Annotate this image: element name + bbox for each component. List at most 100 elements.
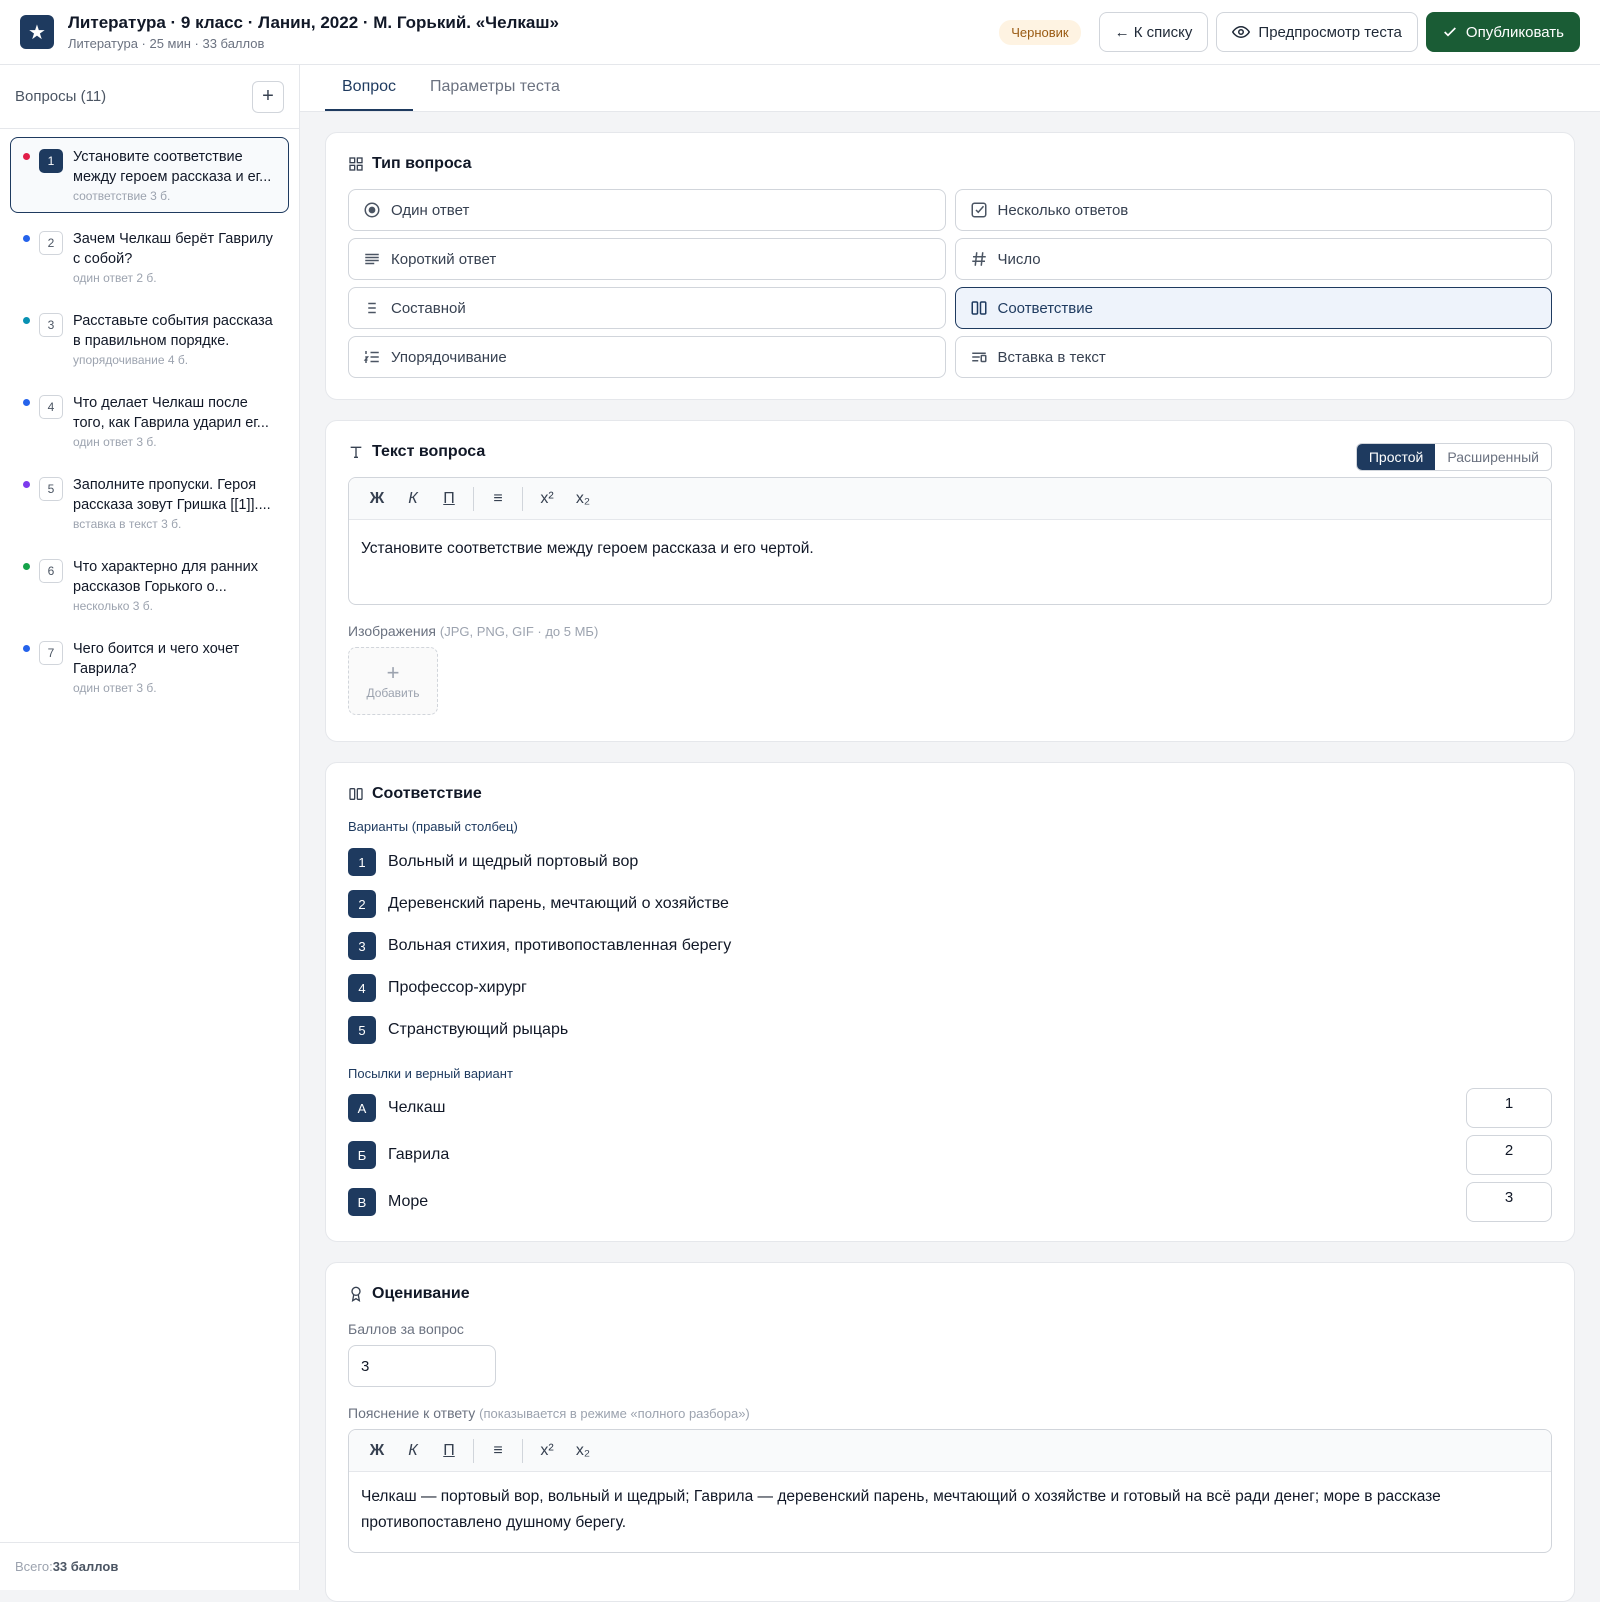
question-item[interactable]: 3 Расставьте события рассказа в правильн… — [10, 301, 289, 377]
question-meta: один ответ 2 б. — [73, 271, 157, 285]
plus-icon: + — [386, 660, 400, 685]
publish-button[interactable]: Опубликовать — [1425, 12, 1580, 52]
add-question-button[interactable]: + — [252, 80, 284, 113]
publish-label: Опубликовать — [1465, 23, 1564, 41]
question-text-title-text: Текст вопроса — [372, 443, 486, 460]
premise-letter: Б — [348, 1141, 376, 1169]
premise-text[interactable]: Челкаш — [388, 1099, 445, 1117]
option-text[interactable]: Странствующий рыцарь — [388, 1021, 568, 1039]
option-text[interactable]: Вольная стихия, противопоставленная бере… — [388, 937, 731, 955]
option-row: 3 Вольная стихия, противопоставленная бе… — [348, 932, 1552, 960]
back-to-list-button[interactable]: ← К списку — [1098, 12, 1209, 52]
total-prefix: Всего: — [15, 1559, 53, 1574]
option-number: 2 — [348, 890, 376, 918]
mode-simple-button[interactable]: Простой — [1356, 444, 1436, 470]
title-block: Литература · 9 класс · Ланин, 2022 · М. … — [68, 13, 559, 51]
list-button[interactable]: ≡ — [480, 490, 516, 508]
question-number: 4 — [39, 395, 63, 419]
premise-answer-input[interactable]: 3 — [1466, 1182, 1552, 1222]
question-text: Что характерно для ранних рассказов Горь… — [73, 559, 259, 595]
option-text[interactable]: Профессор-хирург — [388, 979, 527, 997]
radio-icon — [364, 202, 380, 218]
question-item[interactable]: 7 Чего боится и чего хочет Гаврила? один… — [10, 629, 289, 705]
page-title: Литература · 9 класс · Ланин, 2022 · М. … — [68, 13, 559, 32]
italic-button[interactable]: К — [395, 490, 431, 508]
header-actions: Черновик ← К списку Предпросмотр теста О… — [999, 12, 1580, 52]
type-insert-text[interactable]: Вставка в текст — [954, 336, 1552, 378]
sidebar-header: Вопросы (11) + — [0, 65, 299, 129]
images-hint: (JPG, PNG, GIF · до 5 МБ) — [439, 624, 599, 639]
page-subtitle: Литература · 25 мин · 33 баллов — [68, 36, 265, 51]
question-item[interactable]: 5 Заполните пропуски. Героя рассказа зов… — [10, 465, 289, 541]
question-type-dot — [23, 153, 30, 160]
checkbox-icon — [971, 202, 986, 218]
options-label: Варианты (правый столбец) — [348, 819, 518, 834]
award-icon — [351, 1286, 361, 1302]
images-label-text: Изображения — [348, 623, 436, 639]
superscript-button[interactable]: x² — [529, 1442, 565, 1460]
option-text[interactable]: Вольный и щедрый портовый вор — [388, 853, 638, 871]
type-number[interactable]: Число — [954, 238, 1552, 280]
total-points: 33 баллов — [52, 1559, 119, 1574]
underline-button[interactable]: П — [431, 1442, 467, 1460]
explanation-label: Пояснение к ответу (показывается в режим… — [348, 1405, 1552, 1421]
explanation-hint: (показывается в режиме «полного разбора»… — [479, 1406, 750, 1421]
subscript-button[interactable]: x₂ — [565, 1442, 601, 1460]
type-ordering[interactable]: Упорядочивание — [348, 336, 946, 378]
hash-icon — [971, 252, 986, 266]
bold-button[interactable]: Ж — [359, 490, 395, 508]
question-number: 7 — [39, 641, 63, 665]
option-text[interactable]: Деревенский парень, мечтающий о хозяйств… — [388, 895, 729, 913]
grading-title-text: Оценивание — [372, 1285, 470, 1302]
question-text-input[interactable]: Установите соответствие между героем рас… — [349, 520, 1551, 604]
question-number: 1 — [39, 149, 63, 173]
premise-text[interactable]: Море — [388, 1193, 428, 1211]
type-matching[interactable]: Соответствие — [954, 287, 1552, 329]
type-label: Короткий ответ — [391, 250, 497, 268]
question-text: Заполните пропуски. Героя рассказа зовут… — [73, 477, 271, 513]
type-single-answer[interactable]: Один ответ — [348, 189, 946, 231]
superscript-button[interactable]: x² — [529, 490, 565, 508]
question-type-dot — [23, 645, 30, 652]
type-compound[interactable]: Составной — [348, 287, 946, 329]
premise-row: Б Гаврила 2 — [348, 1135, 1552, 1175]
question-item[interactable]: 1 Установите соответствие между героем р… — [10, 137, 289, 213]
type-label: Несколько ответов — [997, 201, 1129, 219]
bold-button[interactable]: Ж — [359, 1442, 395, 1460]
questions-count-title: Вопросы (11) — [15, 88, 107, 105]
points-input[interactable]: 3 — [348, 1345, 496, 1387]
italic-button[interactable]: К — [395, 1442, 431, 1460]
question-item[interactable]: 4 Что делает Челкаш после того, как Гавр… — [10, 383, 289, 459]
grading-card: Оценивание Баллов за вопрос 3 Пояснение … — [325, 1262, 1575, 1602]
question-item[interactable]: 6 Что характерно для ранних рассказов Го… — [10, 547, 289, 623]
type-multiple-answers[interactable]: Несколько ответов — [954, 189, 1552, 231]
columns-icon — [349, 788, 363, 800]
question-text-card: Текст вопроса Простой Расширенный Ж К П … — [325, 420, 1575, 742]
questions-list: 1 Установите соответствие между героем р… — [0, 129, 299, 719]
question-item[interactable]: 2 Зачем Челкаш берёт Гаврилу с собой? од… — [10, 219, 289, 295]
premise-answer-input[interactable]: 2 — [1466, 1135, 1552, 1175]
toolbar-divider — [473, 1438, 474, 1463]
question-meta: соответствие 3 б. — [73, 189, 171, 203]
list-button[interactable]: ≡ — [480, 1442, 516, 1460]
underline-button[interactable]: П — [431, 490, 467, 508]
add-image-label: Добавить — [366, 686, 420, 700]
editor-tabs: Вопрос Параметры теста — [300, 65, 1600, 112]
premise-answer-input[interactable]: 1 — [1466, 1088, 1552, 1128]
questions-sidebar: Вопросы (11) + 1 Установите соответствие… — [0, 65, 300, 1590]
question-number: 5 — [39, 477, 63, 501]
tab-test-settings[interactable]: Параметры теста — [413, 65, 577, 111]
premise-row: В Море 3 — [348, 1182, 1552, 1222]
sidebar-total: Всего: 33 баллов — [0, 1542, 299, 1590]
type-short-answer[interactable]: Короткий ответ — [348, 238, 946, 280]
premise-text[interactable]: Гаврила — [388, 1146, 449, 1164]
editor-toolbar: Ж К П ≡ x² x₂ — [349, 478, 1551, 520]
mode-advanced-button[interactable]: Расширенный — [1435, 444, 1551, 470]
matching-title: Соответствие — [348, 785, 1552, 803]
add-image-button[interactable]: + Добавить — [348, 647, 438, 715]
subscript-button[interactable]: x₂ — [565, 490, 601, 508]
tab-question[interactable]: Вопрос — [325, 65, 414, 111]
preview-test-button[interactable]: Предпросмотр теста — [1216, 12, 1418, 52]
explanation-input[interactable]: Челкаш — портовый вор, вольный и щедрый;… — [349, 1472, 1551, 1552]
question-meta: один ответ 3 б. — [73, 435, 157, 449]
